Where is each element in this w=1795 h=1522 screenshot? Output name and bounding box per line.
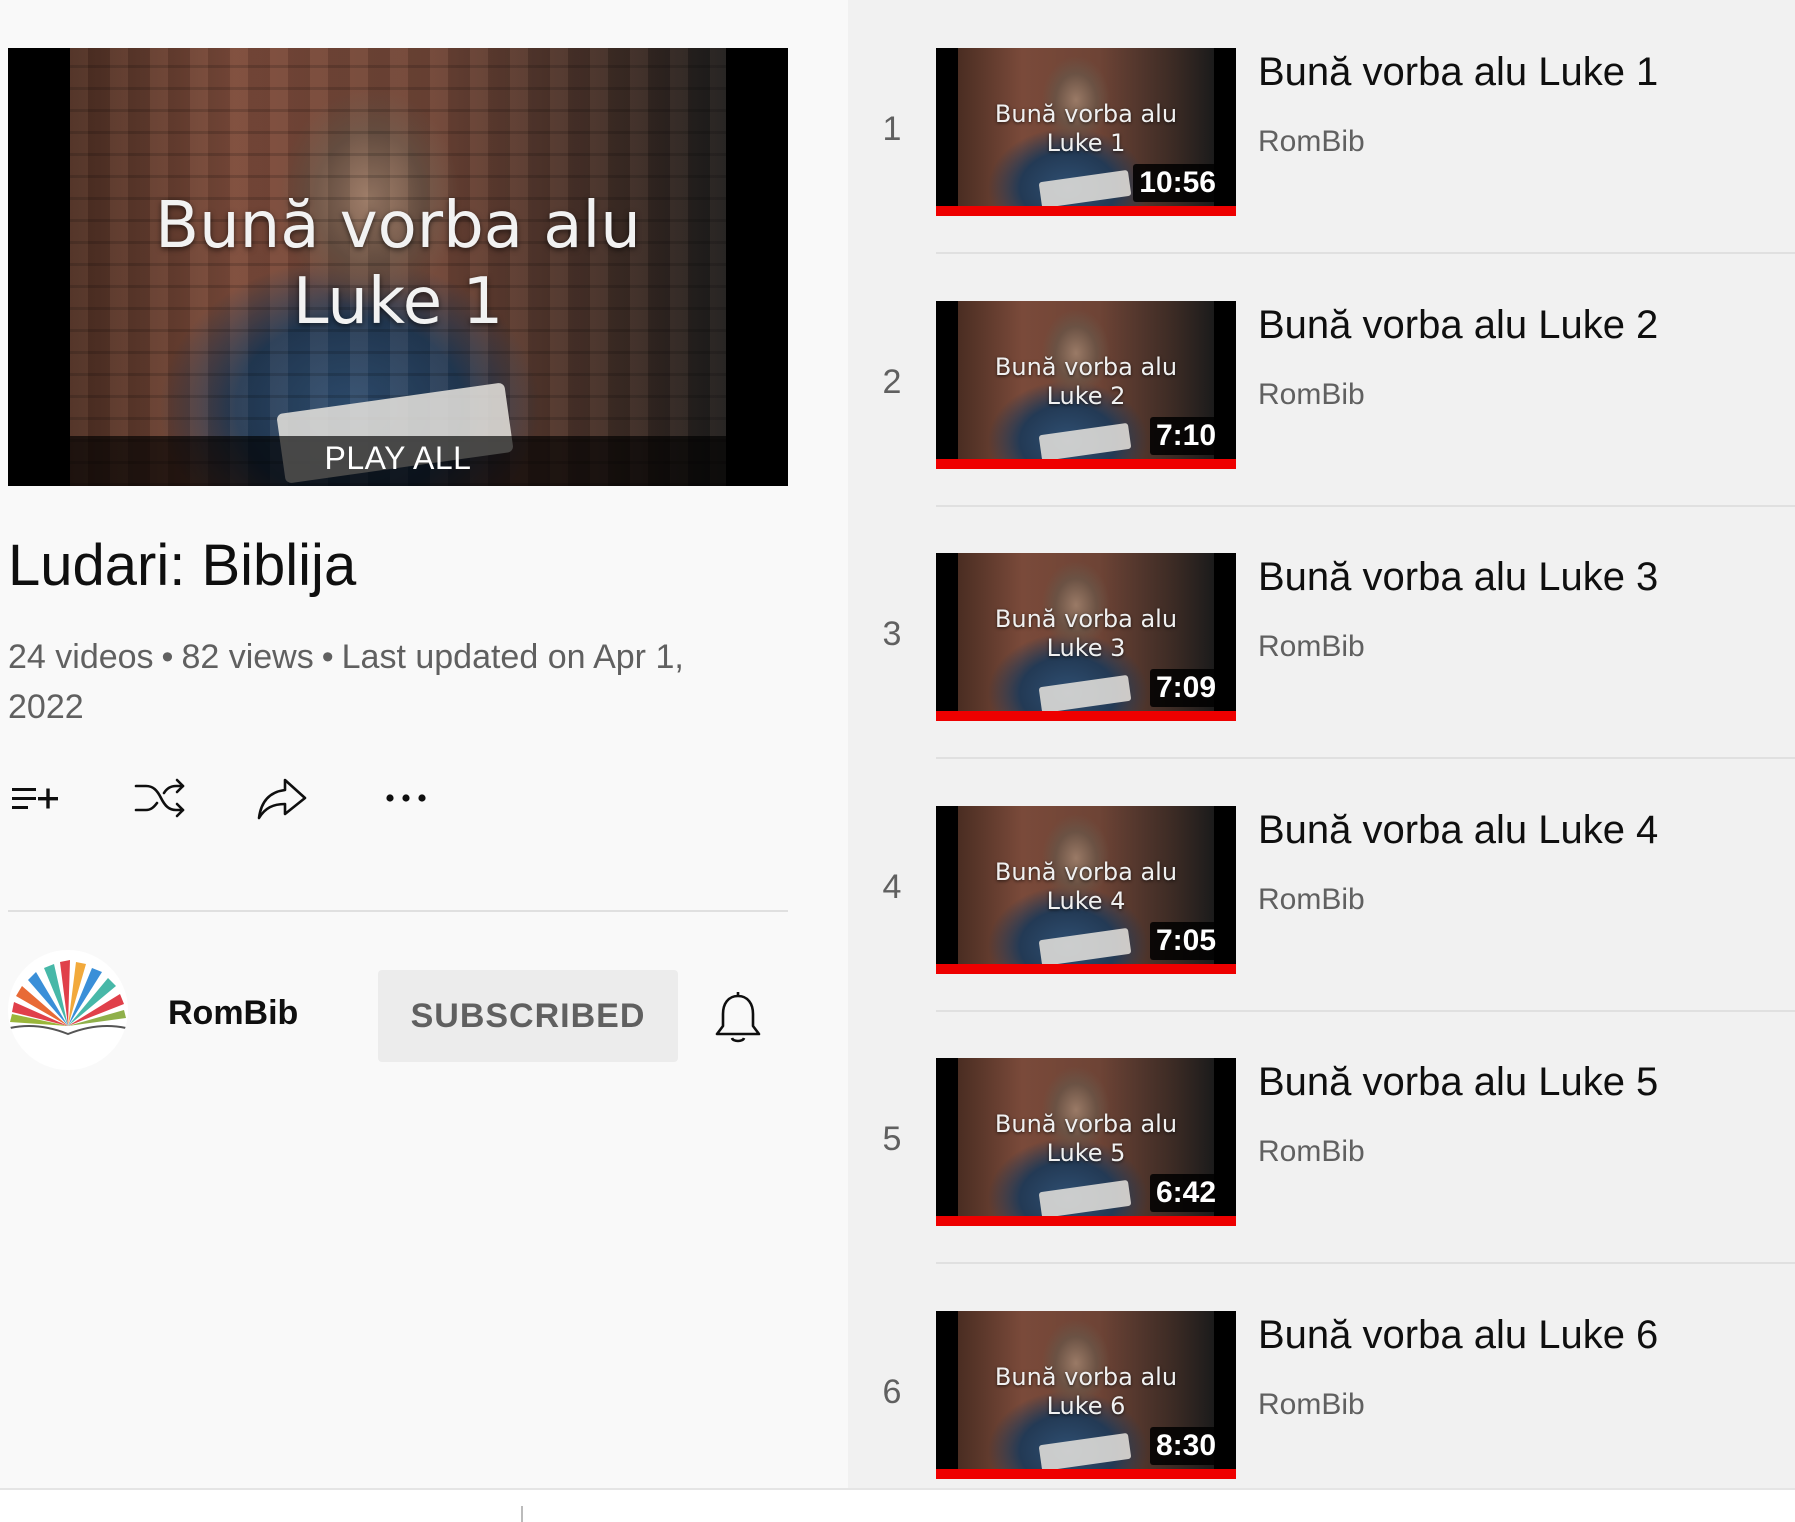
channel-avatar[interactable] — [8, 950, 128, 1070]
video-thumbnail-text: Bună vorba alu Luke 1 — [958, 100, 1214, 158]
more-options-button[interactable] — [378, 770, 434, 826]
share-button[interactable] — [254, 770, 310, 826]
video-duration: 7:09 — [1149, 669, 1222, 707]
video-channel-name[interactable]: RomBib — [1258, 1388, 1365, 1422]
video-index: 4 — [882, 867, 902, 906]
playlist-video-row[interactable]: 4 Bună vorba alu Luke 4 7:05 Bună vorba alu … — [848, 758, 1795, 1012]
watch-progress-bar — [936, 206, 1236, 216]
playlist-hero-thumbnail[interactable]: Bună vorba alu Luke 1 PLAY ALL — [8, 48, 788, 486]
video-thumbnail-text: Bună vorba alu Luke 4 — [958, 858, 1214, 916]
video-channel-name[interactable]: RomBib — [1258, 378, 1365, 412]
shuffle-button[interactable] — [132, 770, 188, 826]
video-channel-name[interactable]: RomBib — [1258, 1135, 1365, 1169]
playlist-video-row[interactable]: 5 Bună vorba alu Luke 5 6:42 Bună vorba alu … — [848, 1010, 1795, 1264]
more-icon — [386, 794, 426, 802]
shuffle-icon — [134, 778, 185, 818]
video-title[interactable]: Bună vorba alu Luke 5 — [1258, 1060, 1658, 1105]
add-to-queue-icon — [12, 788, 58, 809]
video-channel-name[interactable]: RomBib — [1258, 125, 1365, 159]
subscribed-button[interactable]: SUBSCRIBED — [378, 970, 678, 1062]
video-thumbnail[interactable]: Bună vorba alu Luke 2 7:10 — [936, 300, 1236, 469]
video-thumbnail-text: Bună vorba alu Luke 3 — [958, 605, 1214, 663]
play-all-button[interactable]: PLAY ALL — [8, 440, 788, 477]
video-duration: 7:10 — [1149, 416, 1222, 455]
video-title[interactable]: Bună vorba alu Luke 3 — [1258, 555, 1658, 600]
video-title[interactable]: Bună vorba alu Luke 2 — [1258, 303, 1658, 348]
playlist-sidebar: Bună vorba alu Luke 1 PLAY ALL Ludari: B… — [0, 0, 848, 1488]
video-thumbnail[interactable]: Bună vorba alu Luke 6 8:30 — [936, 1310, 1236, 1479]
video-thumbnail[interactable]: Bună vorba alu Luke 3 7:09 — [936, 553, 1236, 721]
video-thumbnail[interactable]: Bună vorba alu Luke 4 7:05 — [936, 805, 1236, 974]
sidebar-divider — [8, 910, 788, 912]
playlist-video-list: 1 Bună vorba alu Luke 1 10:56 Bună vorba alu… — [848, 0, 1795, 1517]
thumbnail-text-line1: Bună vorba alu — [994, 605, 1178, 633]
video-title[interactable]: Bună vorba alu Luke 4 — [1258, 808, 1658, 853]
playlist-video-row[interactable]: 3 Bună vorba alu Luke 3 7:09 Bună vorba alu … — [848, 505, 1795, 759]
watch-progress-bar — [936, 711, 1236, 721]
thumbnail-text-line1: Bună vorba alu — [994, 352, 1178, 381]
video-channel-name[interactable]: RomBib — [1258, 883, 1365, 917]
thumbnail-text-line1: Bună vorba alu — [994, 100, 1178, 128]
playlist-video-row[interactable]: 1 Bună vorba alu Luke 1 10:56 Bună vorba alu… — [848, 0, 1795, 254]
video-index: 6 — [882, 1372, 902, 1411]
playlist-thumbnail-text: Bună vorba alu Luke 1 — [70, 188, 726, 340]
video-index: 1 — [882, 110, 902, 148]
thumbnail-text-line2: Luke 3 — [1046, 634, 1126, 662]
thumbnail-text-line1: Bună vorba alu — [155, 189, 641, 263]
thumbnail-text-line1: Bună vorba alu — [994, 1362, 1178, 1391]
view-count: 82 views — [181, 638, 314, 676]
video-count: 24 videos — [8, 638, 154, 676]
share-icon — [257, 778, 307, 820]
bell-icon — [715, 992, 761, 1043]
video-index: 5 — [882, 1120, 902, 1158]
thumbnail-text-line2: Luke 1 — [292, 265, 504, 339]
playlist-title: Ludari: Biblija — [8, 533, 357, 598]
watch-progress-bar — [936, 1216, 1236, 1226]
thumbnail-text-line1: Bună vorba alu — [994, 857, 1178, 886]
video-duration: 10:56 — [1133, 164, 1222, 202]
video-channel-name[interactable]: RomBib — [1258, 630, 1365, 664]
video-duration: 8:30 — [1149, 1426, 1222, 1465]
watch-progress-bar — [936, 963, 1236, 974]
video-title[interactable]: Bună vorba alu Luke 6 — [1258, 1313, 1658, 1358]
video-duration: 6:42 — [1149, 1174, 1222, 1212]
thumbnail-text-line2: Luke 1 — [1046, 129, 1126, 157]
video-title[interactable]: Bună vorba alu Luke 1 — [1258, 50, 1658, 95]
notifications-button[interactable] — [712, 990, 764, 1046]
watch-progress-bar — [936, 458, 1236, 469]
thumbnail-text-line2: Luke 6 — [1046, 1391, 1126, 1420]
playlist-video-row[interactable]: 2 Bună vorba alu Luke 2 7:10 Bună vorba alu … — [848, 253, 1795, 507]
video-thumbnail[interactable]: Bună vorba alu Luke 1 10:56 — [936, 48, 1236, 216]
video-thumbnail[interactable]: Bună vorba alu Luke 5 6:42 — [936, 1058, 1236, 1226]
video-index: 2 — [882, 362, 902, 401]
video-index: 3 — [882, 615, 902, 653]
channel-name[interactable]: RomBib — [168, 994, 298, 1033]
thumbnail-text-line1: Bună vorba alu — [994, 1110, 1178, 1138]
thumbnail-text-line2: Luke 2 — [1046, 381, 1126, 410]
video-duration: 7:05 — [1149, 921, 1222, 960]
watch-progress-bar — [936, 1468, 1236, 1479]
playlist-video-row[interactable]: 6 Bună vorba alu Luke 6 8:30 Bună vorba alu … — [848, 1263, 1795, 1517]
video-thumbnail-text: Bună vorba alu Luke 2 — [958, 353, 1214, 411]
rombib-logo-icon — [9, 960, 127, 1036]
playlist-stats: 24 videos • 82 views • Last updated on Apr 1… — [8, 638, 684, 726]
video-thumbnail-text: Bună vorba alu Luke 6 — [958, 1363, 1214, 1421]
thumbnail-text-line2: Luke 5 — [1046, 1139, 1126, 1167]
save-to-library-button[interactable] — [8, 770, 64, 826]
bottom-bar — [0, 1488, 1795, 1522]
thumbnail-text-line2: Luke 4 — [1046, 886, 1126, 915]
video-thumbnail-text: Bună vorba alu Luke 5 — [958, 1110, 1214, 1168]
